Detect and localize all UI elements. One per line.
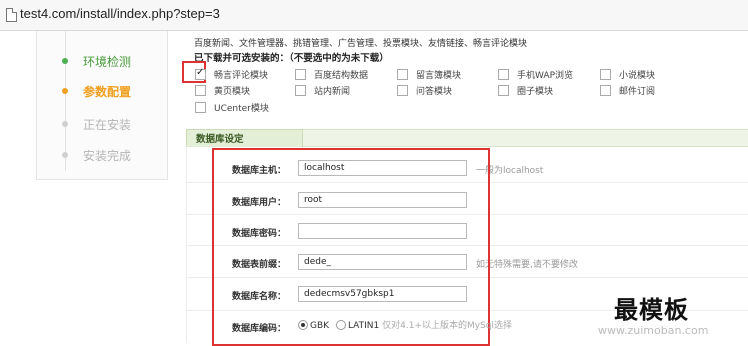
radio-label: GBK: [310, 321, 330, 331]
step-label: 参数配置: [83, 85, 132, 99]
module-option-changyan[interactable]: 畅言评论模块: [195, 67, 269, 82]
install-steps-sidebar: 环境检测 参数配置 正在安装 安装完成: [36, 31, 168, 180]
watermark-logo: 最模板 www.zuimoban.com: [598, 290, 748, 343]
module-label: UCenter模块: [214, 104, 269, 114]
module-option-guestbook[interactable]: 留言簿模块: [397, 68, 461, 82]
modules-title: 已下载并可选安装的：（不要选中的为未下载）: [194, 53, 389, 64]
module-label: 邮件订阅: [619, 87, 656, 97]
checkbox[interactable]: [195, 85, 206, 96]
module-option-wap[interactable]: 手机WAP浏览: [498, 68, 573, 82]
step-status-dot: [62, 152, 68, 158]
step-status-dot: [62, 88, 68, 94]
module-label: 黄页模块: [214, 87, 251, 97]
module-label: 圈子模块: [517, 87, 554, 97]
db-encoding-label: 数据库编码：: [231, 324, 286, 334]
checkbox[interactable]: [498, 69, 509, 80]
encoding-hint: 仅对4.1+以上版本的MySql选择: [382, 321, 512, 331]
module-option-site-news[interactable]: 站内新闻: [295, 84, 350, 98]
step-label: 正在安装: [83, 118, 132, 132]
module-label: 畅言评论模块: [214, 71, 269, 81]
module-label: 站内新闻: [314, 87, 351, 97]
module-option-ucenter[interactable]: UCenter模块: [195, 101, 269, 115]
radio-latin1[interactable]: [335, 319, 346, 330]
module-label: 手机WAP浏览: [517, 71, 573, 81]
module-label: 百度结构数据: [314, 71, 369, 81]
step-label: 环境检测: [83, 55, 132, 69]
db-encoding-options: GBK LATIN1 仅对4.1+以上版本的MySql选择: [298, 318, 512, 331]
watermark-url: www.zuimoban.com: [598, 324, 709, 337]
module-option-novel[interactable]: 小说模块: [600, 68, 655, 82]
module-label: 小说模块: [619, 71, 656, 81]
module-option-yellowpages[interactable]: 黄页模块: [195, 84, 250, 98]
checkbox[interactable]: [397, 85, 408, 96]
radio-label: LATIN1: [347, 321, 380, 331]
step-env-check: 环境检测: [37, 51, 167, 71]
watermark-title: 最模板: [614, 295, 689, 324]
radio-gbk[interactable]: [298, 319, 308, 330]
address-bar[interactable]: test4.com/install/index.php?step=3: [0, 0, 748, 31]
module-label: 留言簿模块: [416, 71, 462, 81]
step-status-dot: [62, 121, 68, 127]
step-status-dot: [62, 58, 68, 64]
checkbox[interactable]: [600, 69, 611, 80]
step-installing: 正在安装: [37, 114, 167, 134]
checkbox[interactable]: [195, 102, 206, 113]
page-icon: [6, 8, 17, 22]
module-option-circle[interactable]: 圈子模块: [498, 84, 553, 98]
module-option-mail-subscribe[interactable]: 邮件订阅: [600, 84, 655, 98]
db-prefix-hint: 如无特殊需要,请不要修改: [476, 260, 578, 270]
module-list-text: 百度新闻、文件管理器、挑错管理、广告管理、投票模块、友情链接、畅言评论模块: [194, 39, 528, 49]
step-config: 参数配置: [37, 81, 167, 101]
module-option-qa[interactable]: 问答模块: [397, 84, 452, 98]
checkbox[interactable]: [397, 69, 408, 80]
db-section-header: 数据库设定: [186, 129, 748, 147]
module-label: 问答模块: [416, 87, 453, 97]
module-option-baidu-struct[interactable]: 百度结构数据: [295, 68, 368, 82]
checkbox[interactable]: [195, 67, 206, 80]
step-finished: 安装完成: [37, 145, 167, 165]
checkbox[interactable]: [295, 85, 306, 96]
checkbox[interactable]: [600, 85, 611, 96]
step-label: 安装完成: [83, 149, 132, 163]
address-url[interactable]: test4.com/install/index.php?step=3: [20, 6, 220, 21]
section-title: 数据库设定: [196, 134, 244, 145]
checkbox[interactable]: [295, 69, 306, 80]
checkbox[interactable]: [498, 85, 509, 96]
db-fields-highlight-box: [212, 148, 490, 346]
